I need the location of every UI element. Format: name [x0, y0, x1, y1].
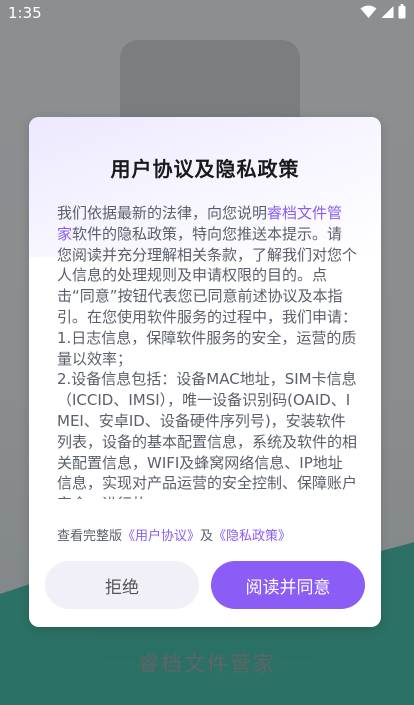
body-item-log-info: 1.日志信息，保障软件服务的安全，运营的质量以效率；	[57, 328, 357, 368]
reject-button[interactable]: 拒绝	[45, 561, 199, 609]
user-agreement-link[interactable]: 《用户协议》	[122, 529, 200, 544]
dialog-title: 用户协议及隐私政策	[110, 157, 300, 181]
intro-paragraph: 我们依据最新的法律，向您说明睿档文件管家软件的隐私政策，特向您推送本提示。请您阅…	[57, 203, 357, 328]
splash-app-name: 睿档文件管家	[138, 652, 276, 676]
body-item-device-info: 2.设备信息包括：设备MAC地址，SIM卡信息（ICCID、IMSI），唯一设备…	[57, 370, 357, 499]
status-bar: 1:35	[0, 0, 414, 26]
wifi-icon	[360, 5, 377, 19]
dialog-body-scroll[interactable]: 我们依据最新的法律，向您说明睿档文件管家软件的隐私政策，特向您推送本提示。请您阅…	[57, 203, 357, 499]
status-time: 1:35	[8, 4, 42, 22]
links-and: 及	[200, 529, 214, 544]
intro-text-pre: 我们依据最新的法律，向您说明	[57, 204, 268, 222]
status-icons	[360, 4, 406, 19]
links-prefix: 查看完整版	[57, 529, 123, 544]
battery-icon	[398, 4, 406, 19]
agreement-links: 查看完整版《用户协议》及《隐私政策》	[57, 525, 291, 544]
privacy-policy-link[interactable]: 《隐私政策》	[213, 529, 291, 544]
agree-button[interactable]: 阅读并同意	[211, 561, 365, 609]
signal-icon	[381, 5, 394, 19]
privacy-dialog: 用户协议及隐私政策 我们依据最新的法律，向您说明睿档文件管家软件的隐私政策，特向…	[29, 117, 381, 627]
intro-text-main: 软件的隐私政策，特向您推送本提示。请您阅读并充分理解相关条款，了解我们对您个人信…	[57, 224, 357, 326]
